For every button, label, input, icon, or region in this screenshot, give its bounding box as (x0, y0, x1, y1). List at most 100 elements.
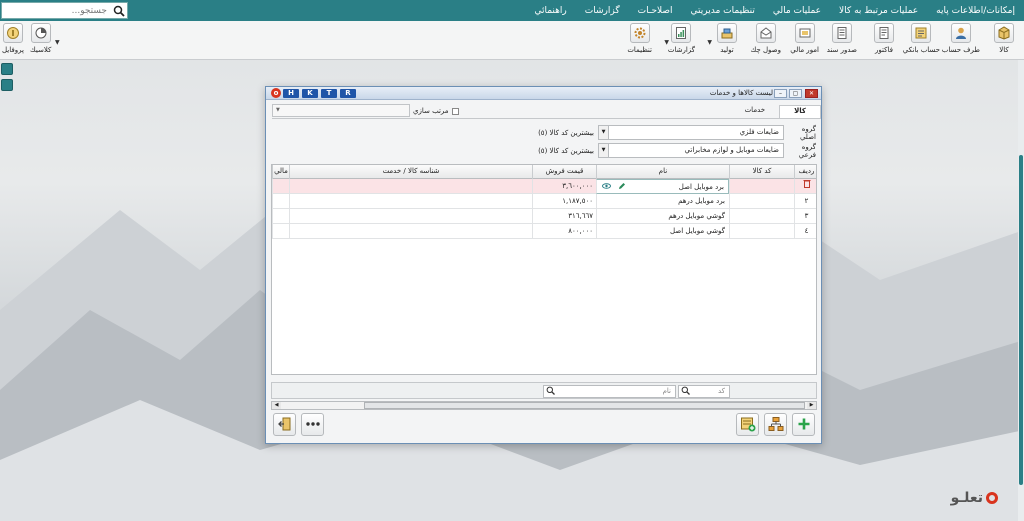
toolbar-invoice-button[interactable]: فاكتور (874, 23, 894, 54)
toolbar-reports-button[interactable]: گزارشات (668, 23, 695, 54)
menu-base-info[interactable]: إمكانات/اطلاعات پايه (927, 6, 1024, 16)
search-icon[interactable] (546, 386, 555, 397)
hotkey-k-button[interactable]: K (302, 89, 318, 98)
profile-icon (2, 23, 23, 43)
tab-services[interactable]: خدمات (731, 105, 779, 119)
scroll-right-icon[interactable]: ▶ (807, 402, 816, 409)
toolbar-cheque-receipt-label: وصول چك (750, 46, 781, 54)
finance-icon (794, 23, 815, 43)
window-titlebar[interactable]: o H K T R ليست كالاها و خدمات – ▢ ✕ (266, 87, 821, 100)
table-row[interactable]: ٢ برد موبايل درهم ١,١٨٧,٥٠٠ (272, 194, 816, 209)
box-icon (994, 23, 1014, 43)
toolbar-goods-button[interactable]: كالا (994, 23, 1014, 54)
sub-group-select[interactable]: ضايعات موبايل و لوازم مخابراتي ▼ (598, 143, 784, 158)
brand-logo: تعلـو (951, 490, 998, 506)
toolbar-settings-button[interactable]: تنظيمات (627, 23, 652, 54)
chevron-down-icon: ▼ (599, 144, 609, 157)
report-icon (671, 23, 692, 43)
col-goods-id[interactable]: شناسه كالا / خدمت (289, 165, 532, 179)
classic-theme-icon (30, 23, 51, 43)
sort-select[interactable]: ▼ (272, 104, 410, 117)
sort-checkbox-label: مرتب سازي (413, 107, 449, 115)
reports-dropdown-icon[interactable]: ▼ (664, 39, 669, 46)
toolbar-bank-account-label: حساب بانكي (902, 46, 940, 54)
sort-checkbox-box[interactable] (451, 107, 459, 115)
brand-name: تعلـو (950, 490, 983, 506)
chevron-down-icon: ▼ (276, 107, 280, 113)
production-dropdown-icon[interactable]: ▼ (707, 39, 712, 46)
document-icon (831, 23, 852, 43)
row-price: ٣١٦,٦٦٧ (532, 209, 596, 224)
filter-name-field[interactable]: نام (543, 385, 676, 398)
eye-icon[interactable] (602, 182, 611, 192)
row-goods-id (289, 179, 532, 194)
toolbar-issue-document-button[interactable]: صدور سند (827, 23, 857, 54)
toolbar-cheque-receipt-button[interactable]: وصول چك (751, 23, 781, 54)
row-name: برد موبايل اصل (678, 183, 724, 191)
exit-button[interactable] (273, 413, 296, 436)
page-scrollbar[interactable] (1018, 60, 1024, 521)
row-code (729, 194, 794, 209)
table-row[interactable]: ٤ گوشي موبايل اصل ٨٠٠,٠٠٠ (272, 224, 816, 239)
hotkey-r-button[interactable]: R (340, 89, 356, 98)
maximize-icon[interactable]: ▢ (789, 89, 802, 98)
search-icon[interactable] (110, 3, 127, 18)
toolbar-profile-button[interactable]: پروفايل (2, 23, 24, 54)
tab-goods[interactable]: كالا (779, 105, 821, 119)
col-financial[interactable]: مالي (272, 165, 289, 179)
menu-financial-ops[interactable]: عمليات مالي (764, 6, 830, 16)
table-row[interactable]: برد موبايل اصل ٣,٦٠٠,٠٠٠ (272, 179, 816, 194)
menu-admin-settings[interactable]: تنظيمات مديريتي (682, 6, 764, 16)
delete-icon[interactable] (794, 179, 816, 194)
row-index: ٢ (794, 194, 816, 209)
hierarchy-button[interactable] (764, 413, 787, 436)
more-options-button[interactable] (301, 413, 324, 436)
table-horizontal-scrollbar[interactable]: ◀ ▶ (271, 401, 817, 410)
row-goods-id (289, 209, 532, 224)
col-goods-code[interactable]: كد كالا (729, 165, 794, 179)
menu-help[interactable]: راهنمائي (525, 6, 575, 16)
search-box (1, 2, 128, 19)
sub-group-label: گروه فرعي (798, 142, 816, 159)
menu-corrections[interactable]: اصلاحـات (629, 6, 682, 16)
main-group-select[interactable]: ضايعات فلزي ▼ (598, 125, 784, 140)
minimize-icon[interactable]: – (774, 89, 787, 98)
row-name: گوشي موبايل درهم (596, 209, 729, 224)
toolbar-financial-affairs-button[interactable]: امور مالي (790, 23, 819, 54)
sheet-add-button[interactable] (736, 413, 759, 436)
menu-reports[interactable]: گزارشات (576, 6, 629, 16)
toolbar-classic-button[interactable]: كلاسيك (30, 23, 51, 54)
toolbar-production-button[interactable]: توليد (717, 23, 737, 54)
user-card-icon[interactable] (1, 79, 13, 91)
main-toolbar: كالا طرف حساب حساب بانكي فاكتور صدور سند… (0, 21, 1024, 60)
scroll-left-icon[interactable]: ◀ (272, 402, 281, 409)
edit-icon[interactable] (618, 182, 626, 192)
col-name[interactable]: نام (596, 165, 729, 179)
hotkey-t-button[interactable]: T (321, 89, 337, 98)
add-button[interactable] (792, 413, 815, 436)
row-price: ٣,٦٠٠,٠٠٠ (532, 179, 596, 194)
horizontal-scroll-thumb[interactable] (364, 402, 805, 409)
brand-mark-icon (986, 492, 998, 504)
col-row-number[interactable]: رديف (794, 165, 816, 179)
top-menu-bar: إمكانات/اطلاعات پايه عمليات مرتبط به كال… (0, 0, 1024, 21)
hierarchy-icon (768, 416, 784, 434)
page-scrollbar-thumb[interactable] (1019, 155, 1023, 485)
toolbar-bank-account-button[interactable]: حساب بانكي (903, 23, 940, 54)
row-financial (272, 209, 289, 224)
search-input[interactable] (2, 3, 110, 18)
classic-dropdown-icon[interactable]: ▼ (55, 39, 60, 46)
row-financial (272, 224, 289, 239)
globe-icon[interactable] (1, 63, 13, 75)
row-financial (272, 179, 289, 194)
menu-goods-ops[interactable]: عمليات مرتبط به كالا (830, 6, 927, 16)
invoice-icon (874, 23, 894, 43)
sort-checkbox[interactable]: مرتب سازي (413, 107, 459, 115)
hotkey-h-button[interactable]: H (283, 89, 299, 98)
col-sale-price[interactable]: قيمت فروش (532, 165, 596, 179)
toolbar-account-party-button[interactable]: طرف حساب (942, 23, 980, 54)
search-icon[interactable] (681, 386, 690, 397)
row-name-editor[interactable]: برد موبايل اصل (596, 179, 729, 194)
table-row[interactable]: ٣ گوشي موبايل درهم ٣١٦,٦٦٧ (272, 209, 816, 224)
close-icon[interactable]: ✕ (805, 89, 818, 98)
